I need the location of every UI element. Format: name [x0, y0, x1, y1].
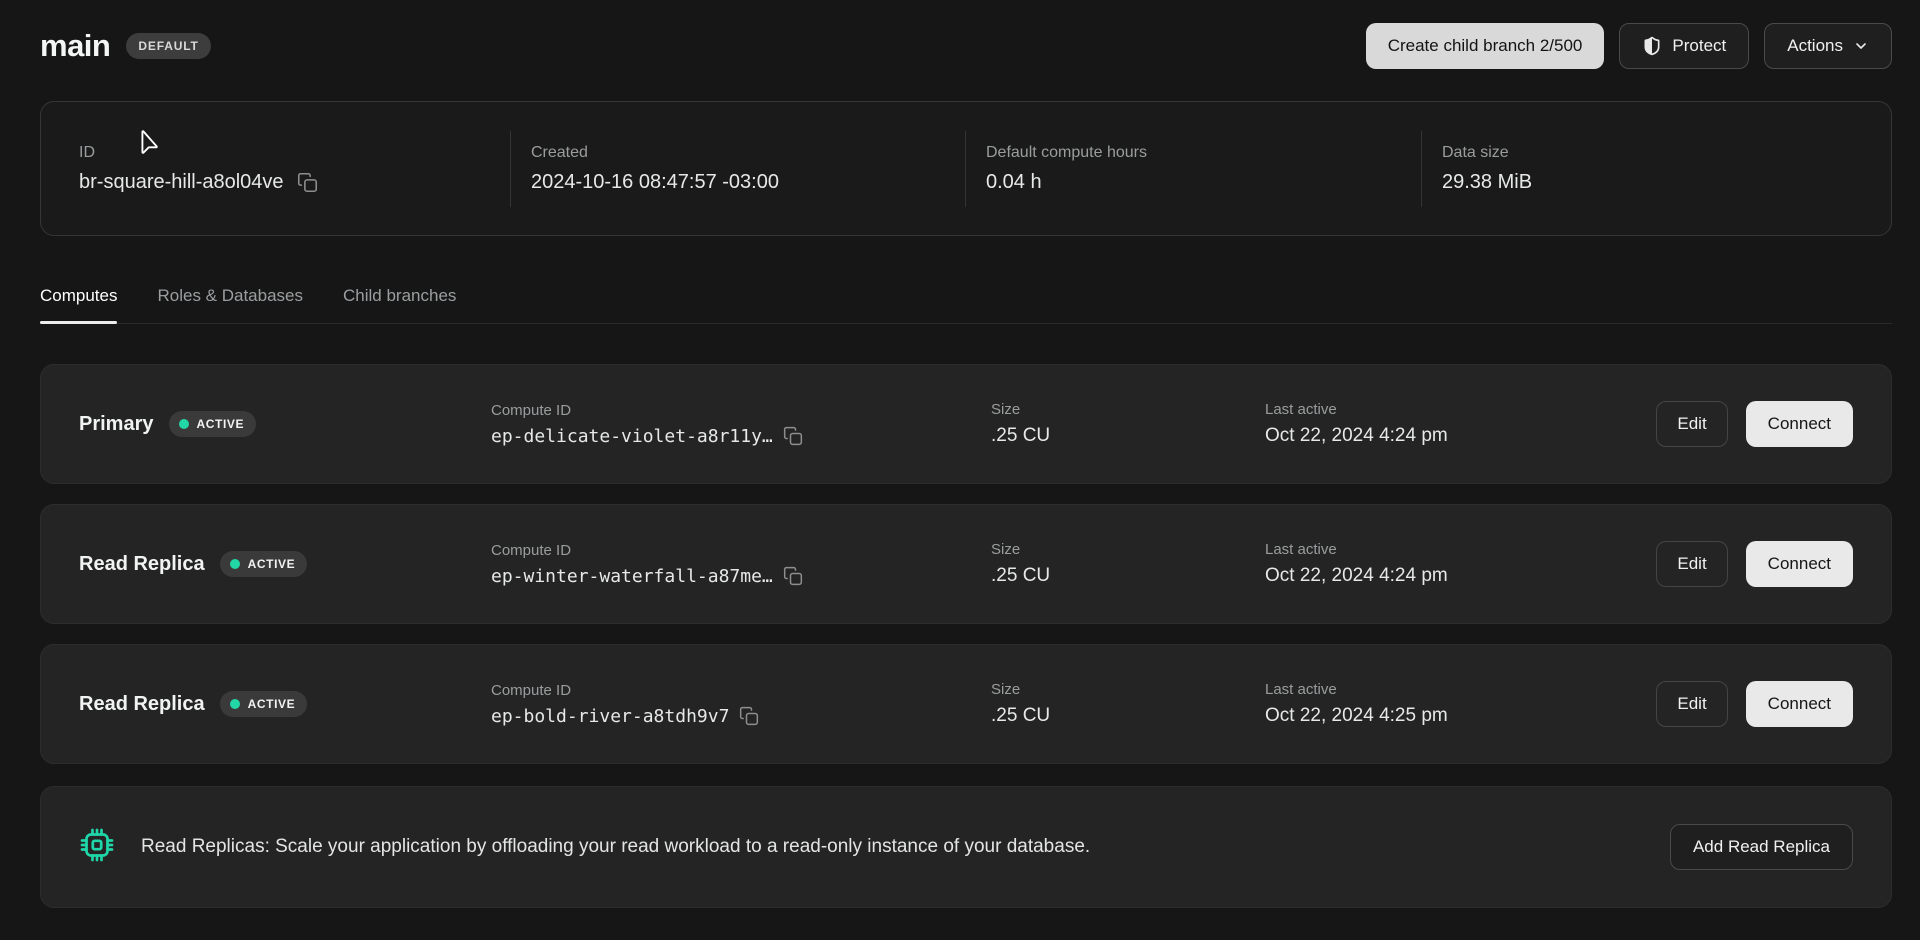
last-active-value: Oct 22, 2024 4:24 pm: [1265, 565, 1448, 587]
branch-info-card: ID br-square-hill-a8ol04ve Created 2024-…: [40, 101, 1892, 236]
compute-id-label: Compute ID: [491, 402, 991, 419]
create-child-branch-button[interactable]: Create child branch 2/500: [1366, 23, 1605, 69]
status-badge-label: ACTIVE: [248, 697, 296, 711]
branch-detail-page: main DEFAULT Create child branch 2/500 P…: [0, 0, 1920, 908]
copy-icon: [783, 566, 803, 586]
data-size-value: 29.38 MiB: [1442, 171, 1532, 194]
status-badge: ACTIVE: [220, 551, 308, 577]
default-badge: DEFAULT: [126, 33, 210, 59]
branch-header: main DEFAULT Create child branch 2/500 P…: [40, 0, 1892, 70]
compute-hours-value: 0.04 h: [986, 171, 1042, 194]
status-badge-label: ACTIVE: [197, 417, 245, 431]
compute-row-primary: Primary ACTIVE Compute ID ep-delicate-vi…: [40, 364, 1892, 484]
compute-hours-label: Default compute hours: [986, 144, 1421, 162]
copy-branch-id-button[interactable]: [297, 172, 318, 193]
size-label: Size: [991, 681, 1265, 698]
actions-button-label: Actions: [1787, 36, 1843, 56]
branch-id-field: ID br-square-hill-a8ol04ve: [41, 131, 510, 207]
read-replica-banner: Read Replicas: Scale your application by…: [40, 786, 1892, 908]
status-dot-icon: [179, 419, 189, 429]
last-active-label: Last active: [1265, 401, 1656, 418]
last-active-label: Last active: [1265, 681, 1656, 698]
compute-id-value: ep-delicate-violet-a8r11y…: [491, 426, 773, 447]
shield-icon: [1642, 36, 1662, 56]
read-replica-banner-text: Read Replicas: Scale your application by…: [141, 836, 1644, 858]
last-active-label: Last active: [1265, 541, 1656, 558]
chevron-down-icon: [1853, 38, 1869, 54]
branch-id-value: br-square-hill-a8ol04ve: [79, 171, 284, 194]
header-actions: Create child branch 2/500 Protect Action…: [1366, 23, 1892, 69]
status-dot-icon: [230, 559, 240, 569]
compute-name: Read Replica: [79, 693, 205, 716]
page-title: main: [40, 28, 110, 64]
status-badge: ACTIVE: [220, 691, 308, 717]
compute-id-label: Compute ID: [491, 682, 991, 699]
size-value: .25 CU: [991, 425, 1050, 447]
edit-button[interactable]: Edit: [1656, 401, 1727, 447]
tab-computes[interactable]: Computes: [40, 286, 117, 323]
size-label: Size: [991, 401, 1265, 418]
connect-button[interactable]: Connect: [1746, 541, 1853, 587]
add-read-replica-button[interactable]: Add Read Replica: [1670, 824, 1853, 870]
created-value: 2024-10-16 08:47:57 -03:00: [531, 171, 779, 194]
compute-hours-field: Default compute hours 0.04 h: [965, 131, 1421, 207]
copy-compute-id-button[interactable]: [783, 566, 803, 586]
compute-row-read-replica-2: Read Replica ACTIVE Compute ID ep-bold-r…: [40, 644, 1892, 764]
compute-id-label: Compute ID: [491, 542, 991, 559]
copy-icon: [297, 172, 318, 193]
connect-button[interactable]: Connect: [1746, 681, 1853, 727]
edit-button[interactable]: Edit: [1656, 681, 1727, 727]
data-size-label: Data size: [1442, 144, 1891, 162]
connect-button[interactable]: Connect: [1746, 401, 1853, 447]
size-value: .25 CU: [991, 565, 1050, 587]
last-active-value: Oct 22, 2024 4:24 pm: [1265, 425, 1448, 447]
compute-name: Read Replica: [79, 553, 205, 576]
compute-row-read-replica-1: Read Replica ACTIVE Compute ID ep-winter…: [40, 504, 1892, 624]
computes-list: Primary ACTIVE Compute ID ep-delicate-vi…: [40, 364, 1892, 764]
edit-button[interactable]: Edit: [1656, 541, 1727, 587]
tab-child-branches[interactable]: Child branches: [343, 286, 456, 323]
branch-title-group: main DEFAULT: [40, 28, 211, 64]
copy-compute-id-button[interactable]: [739, 706, 759, 726]
protect-button[interactable]: Protect: [1619, 23, 1749, 69]
last-active-value: Oct 22, 2024 4:25 pm: [1265, 705, 1448, 727]
tab-roles-databases[interactable]: Roles & Databases: [157, 286, 303, 323]
size-label: Size: [991, 541, 1265, 558]
actions-button[interactable]: Actions: [1764, 23, 1892, 69]
cpu-icon: [79, 827, 115, 868]
created-field: Created 2024-10-16 08:47:57 -03:00: [510, 131, 965, 207]
status-badge-label: ACTIVE: [248, 557, 296, 571]
copy-icon: [783, 426, 803, 446]
data-size-field: Data size 29.38 MiB: [1421, 131, 1891, 207]
status-dot-icon: [230, 699, 240, 709]
branch-id-label: ID: [79, 144, 510, 162]
copy-compute-id-button[interactable]: [783, 426, 803, 446]
size-value: .25 CU: [991, 705, 1050, 727]
created-label: Created: [531, 144, 965, 162]
compute-name: Primary: [79, 413, 154, 436]
status-badge: ACTIVE: [169, 411, 257, 437]
protect-button-label: Protect: [1672, 36, 1726, 56]
compute-id-value: ep-bold-river-a8tdh9v7: [491, 706, 729, 727]
branch-tabs: Computes Roles & Databases Child branche…: [40, 286, 1892, 324]
copy-icon: [739, 706, 759, 726]
compute-id-value: ep-winter-waterfall-a87me…: [491, 566, 773, 587]
